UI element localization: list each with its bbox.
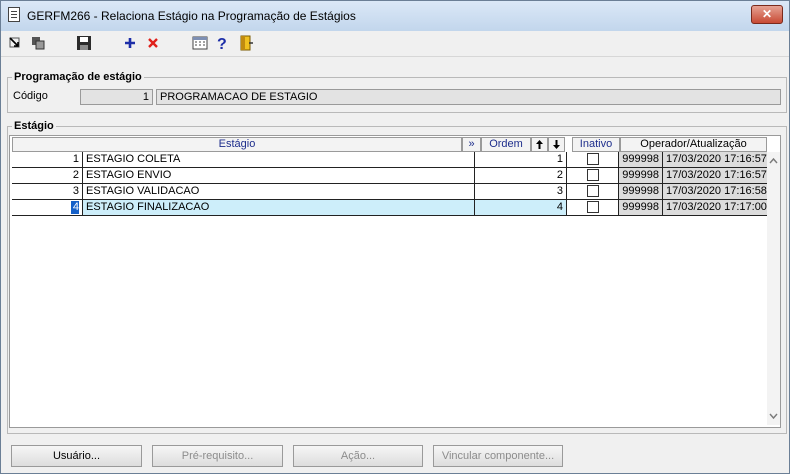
inativo-checkbox[interactable] (587, 201, 599, 213)
inativo-cell (566, 200, 618, 216)
arrow-in-icon[interactable] (7, 34, 25, 52)
document-icon (8, 7, 20, 22)
inativo-cell (566, 184, 618, 200)
help-icon[interactable]: ? (213, 34, 231, 52)
scroll-down-icon[interactable] (767, 411, 780, 421)
atualizacao-cell[interactable]: 17/03/2020 17:16:57 (662, 152, 769, 168)
atualizacao-cell[interactable]: 17/03/2020 17:16:58 (662, 184, 769, 200)
operador-cell[interactable]: 999998 (618, 184, 662, 200)
calculator-icon[interactable] (191, 34, 209, 52)
operador-cell[interactable]: 999998 (618, 168, 662, 184)
ordem-cell[interactable]: 2 (474, 168, 566, 184)
inativo-checkbox[interactable] (587, 169, 599, 181)
table-row[interactable]: 1 ESTAGIO COLETA 1 999998 17/03/2020 17:16:5… (12, 152, 769, 168)
toolbar-divider (1, 56, 789, 57)
operador-cell[interactable]: 999998 (618, 152, 662, 168)
title-bar: GERFM266 - Relaciona Estágio na Programa… (1, 1, 789, 31)
arrow-up-icon (536, 140, 543, 149)
ordem-cell[interactable]: 4 (474, 200, 566, 216)
main-window: GERFM266 - Relaciona Estágio na Programa… (0, 0, 790, 474)
close-button[interactable]: ✕ (751, 5, 783, 24)
ordem-cell[interactable]: 1 (474, 152, 566, 168)
arrow-down-icon (553, 140, 560, 149)
sort-down-button[interactable] (548, 137, 565, 152)
estagio-legend: Estágio (14, 120, 54, 132)
table-row[interactable]: 2 ESTAGIO ENVIO 2 999998 17/03/2020 17:16:57 (12, 168, 769, 184)
atualizacao-cell[interactable]: 17/03/2020 17:16:57 (662, 168, 769, 184)
exit-door-icon[interactable] (237, 34, 255, 52)
inativo-cell (566, 152, 618, 168)
operador-cell[interactable]: 999998 (618, 200, 662, 216)
programacao-legend: Programação de estágio (14, 71, 142, 83)
codigo-cell[interactable]: 4 (12, 200, 82, 216)
window-title: GERFM266 - Relaciona Estágio na Programa… (27, 9, 356, 23)
header-ordem[interactable]: Ordem (481, 137, 531, 152)
estagio-grid: Estágio » Ordem Inativo Operador/Atualiz… (9, 135, 781, 428)
header-inativo[interactable]: Inativo (572, 137, 620, 152)
save-icon[interactable] (75, 34, 93, 52)
table-row[interactable]: 3 ESTAGIO VALIDACAO 3 999998 17/03/2020 17:1… (12, 184, 769, 200)
add-icon[interactable] (121, 34, 139, 52)
copy-icon[interactable] (29, 34, 47, 52)
table-row[interactable]: 4 ESTAGIO FINALIZACAO 4 999998 17/03/2020 17… (12, 200, 769, 216)
delete-icon[interactable] (144, 34, 162, 52)
inativo-cell (566, 168, 618, 184)
descricao-cell[interactable]: ESTAGIO FINALIZACAO (82, 200, 474, 216)
descricao-field[interactable]: PROGRAMACAO DE ESTAGIO (156, 89, 781, 105)
header-estagio[interactable]: Estágio (12, 137, 462, 152)
codigo-field[interactable]: 1 (80, 89, 153, 105)
descricao-cell[interactable]: ESTAGIO VALIDACAO (82, 184, 474, 200)
scroll-up-icon[interactable] (767, 156, 780, 166)
usuario-button[interactable]: Usuário... (11, 445, 142, 467)
acao-button[interactable]: Ação... (293, 445, 423, 467)
codigo-label: Código (13, 90, 48, 102)
inativo-checkbox[interactable] (587, 153, 599, 165)
codigo-cell[interactable]: 1 (12, 152, 82, 168)
inativo-checkbox[interactable] (587, 185, 599, 197)
atualizacao-cell[interactable]: 17/03/2020 17:17:00 (662, 200, 769, 216)
codigo-cell[interactable]: 2 (12, 168, 82, 184)
svg-text:?: ? (217, 36, 227, 52)
descricao-cell[interactable]: ESTAGIO ENVIO (82, 168, 474, 184)
header-operador[interactable]: Operador/Atualização (620, 137, 767, 152)
descricao-cell[interactable]: ESTAGIO COLETA (82, 152, 474, 168)
header-expand-button[interactable]: » (462, 137, 481, 152)
vertical-scrollbar[interactable] (767, 152, 780, 425)
vincular-componente-button[interactable]: Vincular componente... (433, 445, 563, 467)
ordem-cell[interactable]: 3 (474, 184, 566, 200)
toolbar: ? (1, 31, 789, 55)
sort-up-button[interactable] (531, 137, 548, 152)
codigo-cell[interactable]: 3 (12, 184, 82, 200)
prerequisito-button[interactable]: Pré-requisito... (152, 445, 283, 467)
